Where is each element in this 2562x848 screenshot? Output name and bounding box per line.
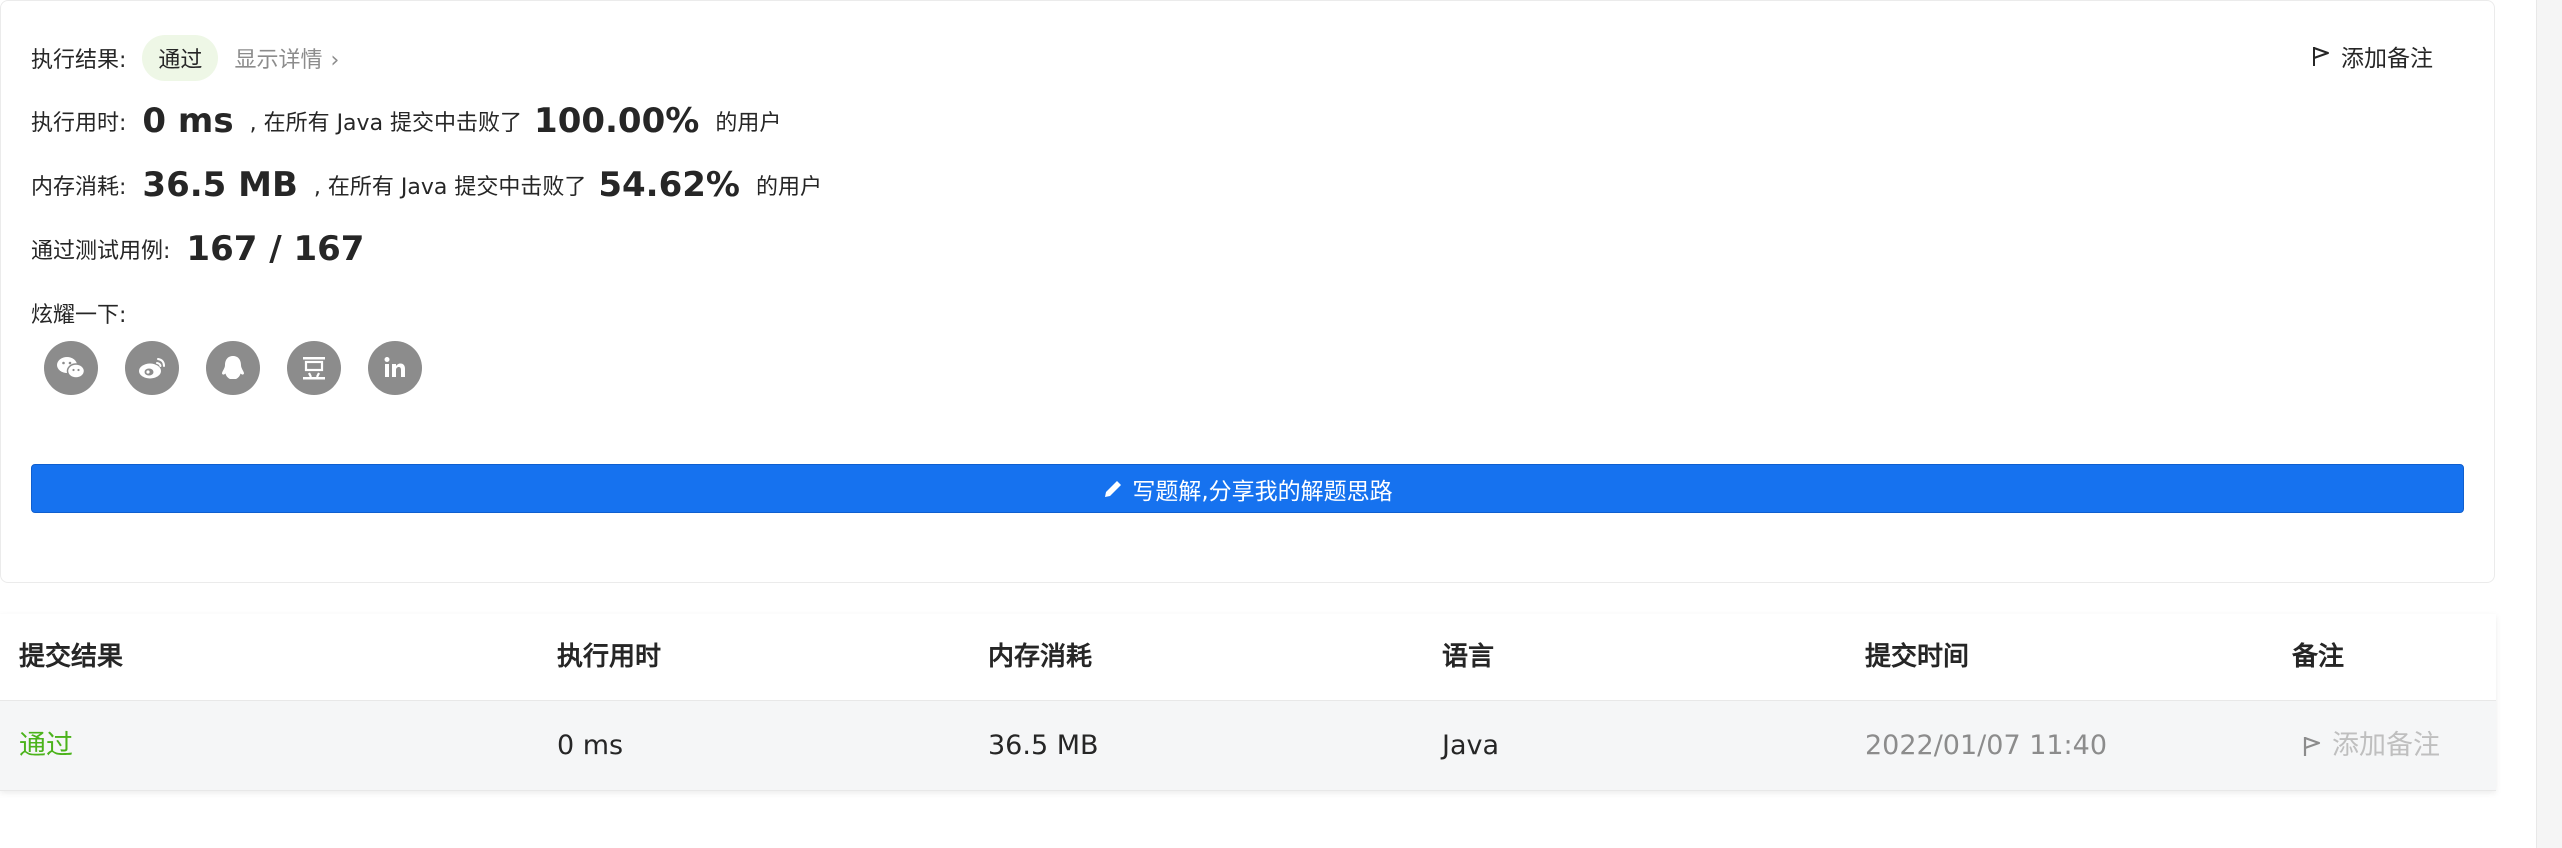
runtime-suffix: 的用户	[715, 111, 782, 136]
write-solution-button[interactable]: 写题解,分享我的解题思路	[31, 464, 2464, 513]
header-runtime: 执行用时	[557, 642, 662, 672]
share-icons	[44, 341, 449, 395]
row-memory: 36.5 MB	[988, 730, 1099, 761]
douban-glyph	[303, 357, 325, 380]
memory-percent: 54.62%	[598, 165, 740, 205]
weibo-glyph	[139, 358, 165, 379]
scrollbar-track[interactable]	[2536, 0, 2562, 848]
testcases-label: 通过测试用例:	[31, 239, 171, 264]
memory-label: 内存消耗:	[31, 175, 127, 200]
runtime-label: 执行用时:	[31, 111, 127, 136]
header-submitted-at: 提交时间	[1865, 642, 1970, 672]
result-label: 执行结果:	[31, 48, 127, 73]
row-runtime: 0 ms	[557, 730, 624, 761]
result-row: 执行结果: 通过 显示详情 ›	[31, 35, 339, 81]
row-add-note-label: 添加备注	[2332, 730, 2440, 761]
memory-suffix: 的用户	[755, 175, 822, 200]
runtime-percent: 100.00%	[534, 101, 700, 141]
row-submitted-at: 2022/01/07 11:40	[1865, 730, 2108, 761]
douban-icon[interactable]	[287, 341, 341, 395]
status-badge: 通过	[142, 35, 219, 81]
show-details-label: 显示详情	[234, 48, 323, 73]
share-row: 炫耀一下:	[31, 297, 142, 329]
wechat-icon[interactable]	[44, 341, 98, 395]
share-label: 炫耀一下:	[31, 303, 127, 328]
add-note-label: 添加备注	[2341, 46, 2433, 72]
submission-table: 提交结果 执行用时 内存消耗 语言 提交时间 备注 通过 0 ms 36.5 M…	[0, 614, 2496, 791]
memory-value: 36.5 MB	[142, 165, 298, 205]
table-header: 提交结果 执行用时 内存消耗 语言 提交时间 备注	[0, 614, 2496, 701]
weibo-icon[interactable]	[125, 341, 179, 395]
memory-beat-text: , 在所有 Java 提交中击败了	[313, 175, 587, 200]
flag-icon	[2313, 47, 2329, 66]
header-status: 提交结果	[19, 642, 124, 672]
linkedin-icon[interactable]	[368, 341, 422, 395]
qq-glyph	[222, 356, 244, 379]
row-status[interactable]: 通过	[19, 701, 73, 790]
wechat-glyph	[57, 357, 86, 379]
show-details-link[interactable]: 显示详情 ›	[234, 42, 339, 74]
row-add-note-button[interactable]: 添加备注	[2302, 701, 2440, 790]
write-solution-label: 写题解,分享我的解题思路	[1132, 478, 1393, 505]
qq-icon[interactable]	[206, 341, 260, 395]
header-language: 语言	[1442, 642, 1495, 672]
runtime-row: 执行用时: 0 ms , 在所有 Java 提交中击败了 100.00% 的用户	[31, 101, 793, 141]
testcases-value: 167 / 167	[186, 229, 365, 269]
row-language: Java	[1442, 730, 1500, 761]
runtime-beat-text: , 在所有 Java 提交中击败了	[249, 111, 523, 136]
flag-icon	[2303, 736, 2321, 756]
testcases-row: 通过测试用例: 167 / 167	[31, 229, 380, 269]
header-note: 备注	[2292, 642, 2345, 672]
add-note-button[interactable]: 添加备注	[2311, 39, 2433, 73]
header-memory: 内存消耗	[988, 642, 1093, 672]
runtime-value: 0 ms	[142, 101, 234, 141]
result-card: 执行结果: 通过 显示详情 › 添加备注 执行用时: 0 ms , 在所有 Jav…	[0, 0, 2495, 583]
linkedin-glyph	[384, 357, 405, 377]
pencil-icon	[1105, 480, 1122, 497]
table-row[interactable]: 通过 0 ms 36.5 MB Java 2022/01/07 11:40 添加…	[0, 701, 2496, 790]
chevron-right-icon: ›	[330, 48, 340, 73]
memory-row: 内存消耗: 36.5 MB , 在所有 Java 提交中击败了 54.62% 的…	[31, 165, 834, 205]
submission-result-page: 执行结果: 通过 显示详情 › 添加备注 执行用时: 0 ms , 在所有 Jav…	[0, 0, 2562, 848]
